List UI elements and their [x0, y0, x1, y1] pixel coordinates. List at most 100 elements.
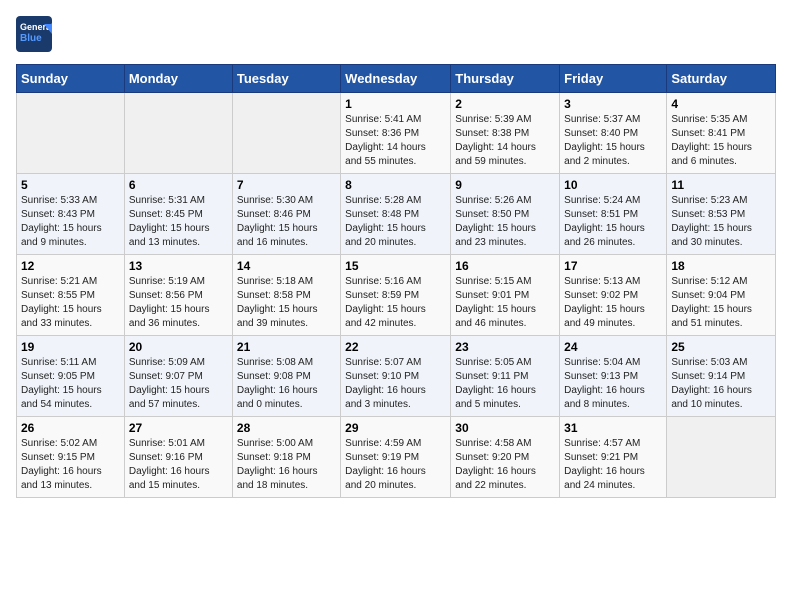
- day-info: Sunrise: 5:24 AM Sunset: 8:51 PM Dayligh…: [564, 194, 662, 250]
- calendar-cell: 20 Sunrise: 5:09 AM Sunset: 9:07 PM Dayli…: [124, 336, 232, 417]
- day-info: Sunrise: 5:41 AM Sunset: 8:36 PM Dayligh…: [345, 113, 446, 169]
- day-number: 30: [455, 421, 555, 435]
- calendar-cell: 10 Sunrise: 5:24 AM Sunset: 8:51 PM Dayli…: [560, 174, 667, 255]
- calendar-cell: 27Sunrise: 5:01 AM Sunset: 9:16 PM Dayli…: [124, 417, 232, 498]
- day-info: Sunrise: 5:02 AM Sunset: 9:15 PM Dayligh…: [21, 437, 120, 493]
- day-number: 17: [564, 259, 662, 273]
- day-info: Sunrise: 5:05 AM Sunset: 9:11 PM Dayligh…: [455, 356, 555, 412]
- day-info: Sunrise: 4:58 AM Sunset: 9:20 PM Dayligh…: [455, 437, 555, 493]
- calendar-cell: 21 Sunrise: 5:08 AM Sunset: 9:08 PM Dayli…: [232, 336, 340, 417]
- day-number: 29: [345, 421, 446, 435]
- weekday-header-tuesday: Tuesday: [232, 65, 340, 93]
- day-number: 23: [455, 340, 555, 354]
- calendar-cell: 7Sunrise: 5:30 AM Sunset: 8:46 PM Daylig…: [232, 174, 340, 255]
- day-number: 24: [564, 340, 662, 354]
- day-info: Sunrise: 5:03 AM Sunset: 9:14 PM Dayligh…: [671, 356, 771, 412]
- day-info: Sunrise: 5:15 AM Sunset: 9:01 PM Dayligh…: [455, 275, 555, 331]
- day-info: Sunrise: 5:23 AM Sunset: 8:53 PM Dayligh…: [671, 194, 771, 250]
- day-number: 10: [564, 178, 662, 192]
- calendar-cell: 9 Sunrise: 5:26 AM Sunset: 8:50 PM Daylig…: [451, 174, 560, 255]
- day-number: 2: [455, 97, 555, 111]
- weekday-header-wednesday: Wednesday: [341, 65, 451, 93]
- calendar-cell: 2 Sunrise: 5:39 AM Sunset: 8:38 PM Daylig…: [451, 93, 560, 174]
- calendar-cell: 29 Sunrise: 4:59 AM Sunset: 9:19 PM Dayli…: [341, 417, 451, 498]
- day-number: 20: [129, 340, 228, 354]
- day-number: 8: [345, 178, 446, 192]
- day-info: Sunrise: 5:30 AM Sunset: 8:46 PM Dayligh…: [237, 194, 336, 250]
- day-number: 5: [21, 178, 120, 192]
- day-number: 1: [345, 97, 446, 111]
- calendar-cell: 14 Sunrise: 5:18 AM Sunset: 8:58 PM Dayli…: [232, 255, 340, 336]
- day-number: 25: [671, 340, 771, 354]
- day-info: Sunrise: 5:11 AM Sunset: 9:05 PM Dayligh…: [21, 356, 120, 412]
- calendar-cell: 28 Sunrise: 5:00 AM Sunset: 9:18 PM Dayli…: [232, 417, 340, 498]
- day-number: 12: [21, 259, 120, 273]
- calendar-cell: [667, 417, 776, 498]
- week-row-5: 26 Sunrise: 5:02 AM Sunset: 9:15 PM Dayli…: [17, 417, 776, 498]
- day-number: 11: [671, 178, 771, 192]
- day-number: 3: [564, 97, 662, 111]
- day-info: Sunrise: 5:16 AM Sunset: 8:59 PM Dayligh…: [345, 275, 446, 331]
- calendar-cell: [17, 93, 125, 174]
- weekday-header-thursday: Thursday: [451, 65, 560, 93]
- day-number: 9: [455, 178, 555, 192]
- day-info: Sunrise: 5:26 AM Sunset: 8:50 PM Dayligh…: [455, 194, 555, 250]
- day-info: Sunrise: 5:00 AM Sunset: 9:18 PM Dayligh…: [237, 437, 336, 493]
- day-number: 6: [129, 178, 228, 192]
- day-number: 19: [21, 340, 120, 354]
- day-info: Sunrise: 5:33 AM Sunset: 8:43 PM Dayligh…: [21, 194, 120, 250]
- weekday-header-sunday: Sunday: [17, 65, 125, 93]
- day-info: Sunrise: 5:12 AM Sunset: 9:04 PM Dayligh…: [671, 275, 771, 331]
- day-info: Sunrise: 5:04 AM Sunset: 9:13 PM Dayligh…: [564, 356, 662, 412]
- calendar-cell: 13 Sunrise: 5:19 AM Sunset: 8:56 PM Dayli…: [124, 255, 232, 336]
- calendar-cell: 18 Sunrise: 5:12 AM Sunset: 9:04 PM Dayli…: [667, 255, 776, 336]
- weekday-header-monday: Monday: [124, 65, 232, 93]
- day-number: 22: [345, 340, 446, 354]
- day-info: Sunrise: 5:08 AM Sunset: 9:08 PM Dayligh…: [237, 356, 336, 412]
- day-info: Sunrise: 5:39 AM Sunset: 8:38 PM Dayligh…: [455, 113, 555, 169]
- calendar-cell: 31 Sunrise: 4:57 AM Sunset: 9:21 PM Dayli…: [560, 417, 667, 498]
- day-number: 31: [564, 421, 662, 435]
- week-row-4: 19 Sunrise: 5:11 AM Sunset: 9:05 PM Dayli…: [17, 336, 776, 417]
- calendar-cell: 17Sunrise: 5:13 AM Sunset: 9:02 PM Dayli…: [560, 255, 667, 336]
- day-number: 13: [129, 259, 228, 273]
- calendar-cell: 22Sunrise: 5:07 AM Sunset: 9:10 PM Dayli…: [341, 336, 451, 417]
- calendar-cell: 15 Sunrise: 5:16 AM Sunset: 8:59 PM Dayli…: [341, 255, 451, 336]
- day-number: 18: [671, 259, 771, 273]
- week-row-1: 1 Sunrise: 5:41 AM Sunset: 8:36 PM Daylig…: [17, 93, 776, 174]
- day-number: 16: [455, 259, 555, 273]
- day-info: Sunrise: 5:18 AM Sunset: 8:58 PM Dayligh…: [237, 275, 336, 331]
- day-number: 4: [671, 97, 771, 111]
- day-info: Sunrise: 5:37 AM Sunset: 8:40 PM Dayligh…: [564, 113, 662, 169]
- calendar-cell: 23 Sunrise: 5:05 AM Sunset: 9:11 PM Dayli…: [451, 336, 560, 417]
- logo-icon: General Blue: [16, 16, 52, 52]
- calendar-cell: 16 Sunrise: 5:15 AM Sunset: 9:01 PM Dayli…: [451, 255, 560, 336]
- calendar-cell: 12 Sunrise: 5:21 AM Sunset: 8:55 PM Dayli…: [17, 255, 125, 336]
- day-info: Sunrise: 4:57 AM Sunset: 9:21 PM Dayligh…: [564, 437, 662, 493]
- day-number: 28: [237, 421, 336, 435]
- calendar-cell: 1 Sunrise: 5:41 AM Sunset: 8:36 PM Daylig…: [341, 93, 451, 174]
- weekday-header-friday: Friday: [560, 65, 667, 93]
- day-number: 14: [237, 259, 336, 273]
- calendar-cell: 30 Sunrise: 4:58 AM Sunset: 9:20 PM Dayli…: [451, 417, 560, 498]
- day-info: Sunrise: 5:09 AM Sunset: 9:07 PM Dayligh…: [129, 356, 228, 412]
- calendar-table: SundayMondayTuesdayWednesdayThursdayFrid…: [16, 64, 776, 498]
- calendar-cell: 25 Sunrise: 5:03 AM Sunset: 9:14 PM Dayli…: [667, 336, 776, 417]
- day-info: Sunrise: 5:19 AM Sunset: 8:56 PM Dayligh…: [129, 275, 228, 331]
- day-info: Sunrise: 4:59 AM Sunset: 9:19 PM Dayligh…: [345, 437, 446, 493]
- logo: General Blue: [16, 16, 56, 52]
- svg-text:Blue: Blue: [20, 33, 42, 44]
- page-header: General Blue: [16, 16, 776, 52]
- week-row-2: 5 Sunrise: 5:33 AM Sunset: 8:43 PM Daylig…: [17, 174, 776, 255]
- day-info: Sunrise: 5:35 AM Sunset: 8:41 PM Dayligh…: [671, 113, 771, 169]
- calendar-cell: 8 Sunrise: 5:28 AM Sunset: 8:48 PM Daylig…: [341, 174, 451, 255]
- calendar-cell: 11 Sunrise: 5:23 AM Sunset: 8:53 PM Dayli…: [667, 174, 776, 255]
- day-info: Sunrise: 5:28 AM Sunset: 8:48 PM Dayligh…: [345, 194, 446, 250]
- day-number: 21: [237, 340, 336, 354]
- weekday-header-saturday: Saturday: [667, 65, 776, 93]
- calendar-cell: 3 Sunrise: 5:37 AM Sunset: 8:40 PM Daylig…: [560, 93, 667, 174]
- day-number: 15: [345, 259, 446, 273]
- calendar-cell: 19 Sunrise: 5:11 AM Sunset: 9:05 PM Dayli…: [17, 336, 125, 417]
- day-number: 26: [21, 421, 120, 435]
- day-info: Sunrise: 5:21 AM Sunset: 8:55 PM Dayligh…: [21, 275, 120, 331]
